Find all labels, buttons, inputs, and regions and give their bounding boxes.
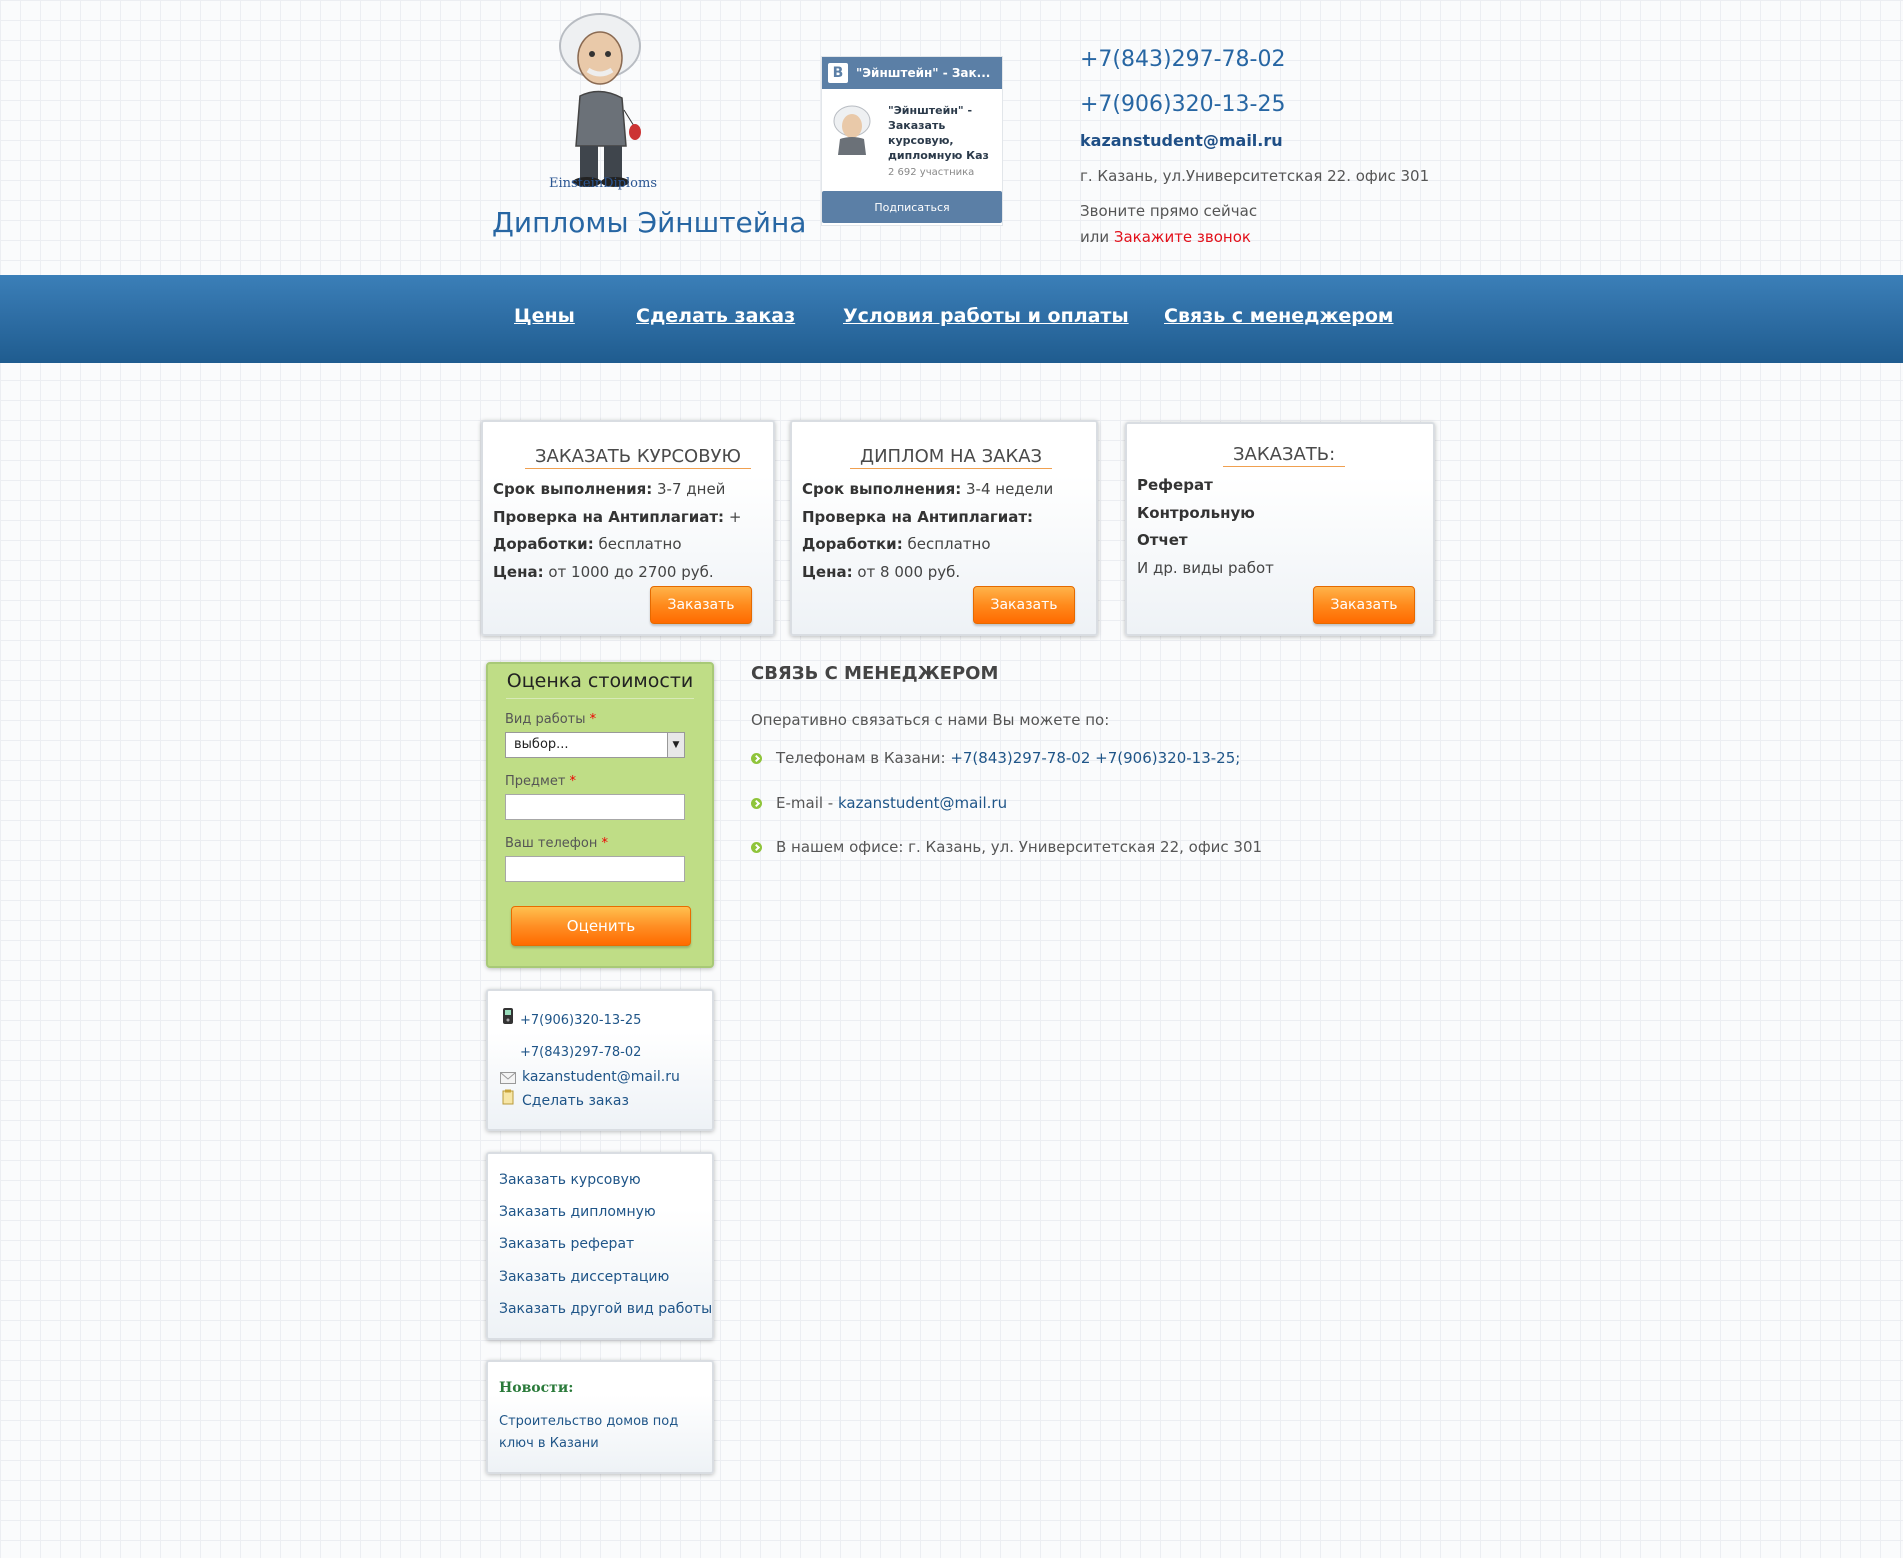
order-other-button[interactable]: Заказать xyxy=(1313,586,1415,624)
einstein-logo-image[interactable] xyxy=(540,6,664,196)
estimate-submit-button[interactable]: Оценить xyxy=(511,906,691,946)
offer-item-control: Контрольную xyxy=(1137,504,1255,522)
offer-row-term: Срок выполнения: 3-4 недели xyxy=(802,480,1054,498)
email-envelope-icon xyxy=(500,1069,516,1088)
offer-row-price: Цена: от 8 000 руб. xyxy=(802,563,961,581)
bullet-check-icon xyxy=(751,797,762,809)
offer-row-antiplagiat: Проверка на Антиплагиат: xyxy=(802,508,1034,526)
sidebar-phone-1[interactable]: +7(906)320-13-25 xyxy=(520,1013,641,1028)
estimate-form: Оценка стоимости Вид работы * выбор... ▼… xyxy=(486,662,714,968)
vk-widget-header[interactable]: B "Эйнштейн" - Зак... xyxy=(822,57,1002,89)
phone-label: Ваш телефон * xyxy=(505,836,608,851)
page-title: СВЯЗЬ С МЕНЕДЖЕРОМ xyxy=(751,663,999,684)
nav-terms[interactable]: Условия работы и оплаты xyxy=(843,305,1129,327)
vk-subscribe-button[interactable]: Подписаться xyxy=(822,191,1002,223)
offer-row-revisions: Доработки: бесплатно xyxy=(493,535,682,553)
sidebar-link-dissertation[interactable]: Заказать диссертацию xyxy=(499,1269,669,1285)
sidebar-email-link[interactable]: kazanstudent@mail.ru xyxy=(522,1069,680,1085)
offer-card-title: ЗАКАЗАТЬ КУРСОВУЮ xyxy=(525,446,751,469)
offer-card-title: ЗАКАЗАТЬ: xyxy=(1223,444,1346,467)
sidebar-contacts-box: +7(906)320-13-25 +7(843)297-78-02 kazans… xyxy=(486,989,714,1131)
offer-item-report: Реферат xyxy=(1137,476,1213,494)
manager-office-text: В нашем офисе: г. Казань, ул. Университе… xyxy=(776,838,1263,856)
header-phone-1[interactable]: +7(843)297-78-02 xyxy=(1080,47,1285,72)
vk-group-avatar[interactable] xyxy=(830,103,876,155)
estimate-title-divider xyxy=(506,698,694,699)
subject-input[interactable] xyxy=(505,794,685,820)
order-clipboard-icon xyxy=(502,1089,514,1109)
header-phone-2[interactable]: +7(906)320-13-25 xyxy=(1080,92,1285,117)
manager-phones-item: Телефонам в Казани: +7(843)297-78-02 +7(… xyxy=(751,749,1240,767)
logo-caption: EinsteinDiploms xyxy=(548,176,658,191)
subject-label: Предмет * xyxy=(505,774,577,789)
offer-row-antiplagiat: Проверка на Антиплагиат: + xyxy=(493,508,742,526)
offer-item-report-2: Отчет xyxy=(1137,531,1188,549)
vk-logo-icon: B xyxy=(828,63,848,83)
sidebar-make-order-link[interactable]: Сделать заказ xyxy=(522,1093,629,1109)
vk-widget-title: "Эйнштейн" - Зак... xyxy=(856,66,991,80)
manager-email-link[interactable]: kazanstudent@mail.ru xyxy=(838,794,1007,812)
offer-row-price: Цена: от 1000 до 2700 руб. xyxy=(493,563,714,581)
sidebar-phone-2[interactable]: +7(843)297-78-02 xyxy=(520,1045,641,1060)
call-now-text: Звоните прямо сейчас xyxy=(1080,202,1258,220)
offer-card-coursework: ЗАКАЗАТЬ КУРСОВУЮ Срок выполнения: 3-7 д… xyxy=(481,420,775,636)
mobile-phone-icon xyxy=(502,1007,514,1029)
order-coursework-button[interactable]: Заказать xyxy=(650,586,752,624)
work-type-select[interactable]: выбор... ▼ xyxy=(505,732,685,758)
work-type-label: Вид работы * xyxy=(505,712,597,727)
sidebar-link-other[interactable]: Заказать другой вид работы xyxy=(499,1301,712,1317)
news-title: Новости: xyxy=(499,1380,574,1396)
offer-card-title: ДИПЛОМ НА ЗАКАЗ xyxy=(850,446,1053,469)
sidebar-order-links-box: Заказать курсовую Заказать дипломную Зак… xyxy=(486,1152,714,1340)
sidebar-link-essay[interactable]: Заказать реферат xyxy=(499,1236,634,1252)
nav-prices[interactable]: Цены xyxy=(514,305,575,327)
order-diploma-button[interactable]: Заказать xyxy=(973,586,1075,624)
vk-members-count: 2 692 участника xyxy=(888,167,975,178)
chevron-down-icon[interactable]: ▼ xyxy=(667,733,684,757)
manager-email-item: E-mail - kazanstudent@mail.ru xyxy=(751,794,1007,812)
call-or-text: или xyxy=(1080,228,1110,246)
header-email-link[interactable]: kazanstudent@mail.ru xyxy=(1080,131,1283,150)
nav-contact-manager[interactable]: Связь с менеджером xyxy=(1164,305,1393,327)
offer-row-term: Срок выполнения: 3-7 дней xyxy=(493,480,726,498)
sidebar-link-diploma[interactable]: Заказать дипломную xyxy=(499,1204,656,1220)
news-item-line-1[interactable]: Строительство домов под xyxy=(499,1414,678,1429)
news-item-line-2[interactable]: ключ в Казани xyxy=(499,1436,599,1451)
offer-card-diploma: ДИПЛОМ НА ЗАКАЗ Срок выполнения: 3-4 нед… xyxy=(790,420,1098,636)
offer-row-revisions: Доработки: бесплатно xyxy=(802,535,991,553)
estimate-form-title: Оценка стоимости xyxy=(506,670,694,692)
bullet-check-icon xyxy=(751,752,762,764)
vk-group-name[interactable]: "Эйнштейн" - Заказать курсовую, дипломну… xyxy=(888,103,998,163)
nav-make-order[interactable]: Сделать заказ xyxy=(636,305,795,327)
vk-group-widget[interactable]: B "Эйнштейн" - Зак... "Эйнштейн" - Заказ… xyxy=(821,56,1003,226)
manager-phone-1-link[interactable]: +7(843)297-78-02 xyxy=(950,749,1090,767)
manager-office-item: В нашем офисе: г. Казань, ул. Университе… xyxy=(751,838,1262,856)
offer-item-other: И др. виды работ xyxy=(1137,559,1274,577)
header-address: г. Казань, ул.Университетская 22. офис 3… xyxy=(1080,167,1430,185)
bullet-check-icon xyxy=(751,841,762,853)
site-title[interactable]: Дипломы Эйнштейна xyxy=(492,206,806,239)
sidebar-news-box: Новости: Строительство домов под ключ в … xyxy=(486,1360,714,1474)
request-call-link[interactable]: Закажите звонок xyxy=(1114,228,1251,246)
call-back-line: или Закажите звонок xyxy=(1080,228,1251,246)
manager-intro: Оперативно связаться с нами Вы можете по… xyxy=(751,711,1110,729)
offer-card-other: ЗАКАЗАТЬ: Реферат Контрольную Отчет И др… xyxy=(1125,422,1435,636)
sidebar-link-coursework[interactable]: Заказать курсовую xyxy=(499,1172,641,1188)
phone-input[interactable] xyxy=(505,856,685,882)
manager-phone-2-link[interactable]: +7(906)320-13-25; xyxy=(1095,749,1240,767)
